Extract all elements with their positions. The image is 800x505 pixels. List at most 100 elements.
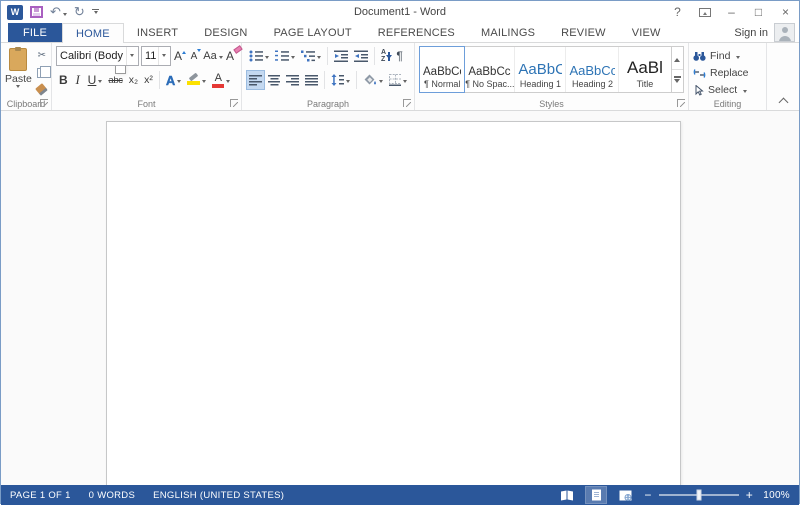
format-painter-button[interactable]: [34, 82, 50, 97]
numbering-dropdown-icon[interactable]: [291, 55, 295, 61]
shading-button[interactable]: [360, 70, 385, 90]
clipboard-dialog-launcher-icon[interactable]: [40, 99, 48, 107]
font-dialog-launcher-icon[interactable]: [230, 99, 238, 107]
style-title[interactable]: AaBl Title: [619, 47, 670, 92]
replace-button[interactable]: Replace: [693, 66, 762, 80]
ribbon-display-options-button[interactable]: [691, 1, 718, 23]
document-page[interactable]: [106, 121, 681, 485]
borders-dropdown-icon[interactable]: [403, 79, 407, 85]
shrink-font-button[interactable]: A: [189, 46, 203, 66]
multilevel-list-dropdown-icon[interactable]: [317, 55, 321, 61]
text-effects-button[interactable]: A: [163, 70, 184, 90]
increase-indent-button[interactable]: [351, 46, 371, 66]
font-size-dropdown-icon[interactable]: [157, 47, 170, 65]
style-no-spacing[interactable]: AaBbCcDc ¶ No Spac...: [465, 47, 516, 92]
zoom-slider[interactable]: [658, 489, 739, 501]
underline-button[interactable]: U: [85, 70, 106, 90]
highlight-button[interactable]: [184, 70, 209, 90]
line-spacing-button[interactable]: [328, 70, 353, 90]
undo-button[interactable]: ↶: [50, 3, 67, 21]
bullets-dropdown-icon[interactable]: [265, 55, 269, 61]
find-dropdown-icon[interactable]: [736, 55, 741, 61]
help-button[interactable]: ?: [664, 1, 691, 23]
borders-button[interactable]: [386, 70, 411, 90]
tab-page-layout[interactable]: PAGE LAYOUT: [261, 23, 365, 42]
maximize-button[interactable]: □: [745, 1, 772, 23]
style-normal[interactable]: AaBbCcDc ¶ Normal: [419, 46, 466, 93]
redo-icon[interactable]: ↻: [74, 5, 85, 19]
paste-button[interactable]: Paste: [5, 46, 127, 97]
zoom-in-button[interactable]: +: [746, 489, 753, 501]
style-heading-2[interactable]: AaBbCcD Heading 2: [566, 47, 620, 92]
clear-formatting-button[interactable]: A: [223, 45, 243, 66]
tab-design[interactable]: DESIGN: [191, 23, 260, 42]
underline-dropdown-icon[interactable]: [98, 79, 103, 85]
print-layout-button[interactable]: [585, 486, 608, 504]
justify-button[interactable]: [302, 70, 321, 90]
strikethrough-button[interactable]: abc: [105, 70, 125, 90]
collapse-ribbon-icon[interactable]: [780, 97, 787, 104]
qat-dropdown-icon: [94, 10, 99, 16]
save-icon[interactable]: [30, 6, 43, 18]
show-hide-pilcrow-button[interactable]: ¶: [393, 46, 407, 66]
document-area[interactable]: [1, 111, 799, 485]
styles-dialog-launcher-icon[interactable]: [677, 99, 685, 107]
tab-review[interactable]: REVIEW: [548, 23, 619, 42]
styles-scroll-up-button[interactable]: [672, 47, 684, 69]
sign-in-area[interactable]: Sign in: [734, 23, 799, 42]
subscript-button[interactable]: x₂: [126, 70, 141, 90]
select-dropdown-icon[interactable]: [743, 89, 748, 95]
copy-button[interactable]: [34, 65, 52, 80]
word-logo-icon[interactable]: W: [7, 4, 23, 20]
line-spacing-dropdown-icon[interactable]: [346, 79, 351, 85]
font-color-dropdown-icon[interactable]: [226, 79, 231, 85]
cut-button[interactable]: ✂: [34, 48, 50, 63]
web-layout-button[interactable]: [615, 487, 635, 503]
zoom-slider-thumb[interactable]: [696, 489, 702, 501]
page-indicator[interactable]: PAGE 1 OF 1: [1, 485, 80, 505]
find-button[interactable]: Find: [693, 49, 762, 63]
bullets-button[interactable]: [246, 46, 272, 66]
font-color-button[interactable]: A: [209, 70, 233, 90]
style-heading-1[interactable]: AaBbCc Heading 1: [515, 47, 567, 92]
superscript-button[interactable]: x²: [141, 70, 156, 90]
align-center-button[interactable]: [265, 70, 284, 90]
bold-button[interactable]: B: [56, 70, 71, 90]
sort-button[interactable]: AZ: [378, 46, 393, 66]
tab-references[interactable]: REFERENCES: [365, 23, 468, 42]
multilevel-list-button[interactable]: [298, 46, 324, 66]
read-mode-button[interactable]: [557, 487, 577, 503]
numbering-button[interactable]: [272, 46, 298, 66]
ribbon-tab-row: FILE HOME INSERT DESIGN PAGE LAYOUT REFE…: [1, 23, 799, 43]
clear-formatting-icon: A: [226, 49, 235, 63]
font-name-combo[interactable]: Calibri (Body: [56, 46, 139, 66]
tab-mailings[interactable]: MAILINGS: [468, 23, 548, 42]
tab-file[interactable]: FILE: [8, 23, 63, 42]
align-left-button[interactable]: [246, 70, 265, 90]
align-right-button[interactable]: [283, 70, 302, 90]
tab-insert[interactable]: INSERT: [124, 23, 191, 42]
zoom-level[interactable]: 100%: [762, 490, 790, 501]
font-name-dropdown-icon[interactable]: [125, 47, 138, 65]
close-button[interactable]: ×: [772, 1, 799, 23]
styles-more-button[interactable]: [671, 69, 683, 92]
select-button[interactable]: Select: [693, 83, 762, 97]
customize-qat-button[interactable]: [91, 8, 99, 16]
minimize-button[interactable]: –: [718, 1, 745, 23]
font-size-combo[interactable]: 11: [140, 46, 171, 66]
paste-dropdown-icon[interactable]: [16, 85, 21, 90]
grow-font-button[interactable]: A: [173, 46, 187, 66]
italic-button[interactable]: I: [71, 70, 85, 90]
highlight-dropdown-icon[interactable]: [202, 79, 207, 85]
word-count[interactable]: 0 WORDS: [80, 485, 144, 505]
language-indicator[interactable]: ENGLISH (UNITED STATES): [144, 485, 293, 505]
decrease-indent-button[interactable]: [331, 46, 351, 66]
tab-home[interactable]: HOME: [62, 23, 124, 43]
paragraph-dialog-launcher-icon[interactable]: [403, 99, 411, 107]
text-effects-dropdown-icon[interactable]: [177, 79, 182, 85]
zoom-out-button[interactable]: −: [644, 489, 651, 501]
tab-view[interactable]: VIEW: [619, 23, 674, 42]
change-case-button[interactable]: Aa: [203, 46, 223, 66]
undo-dropdown-icon[interactable]: [62, 13, 67, 18]
shading-dropdown-icon[interactable]: [378, 79, 383, 85]
